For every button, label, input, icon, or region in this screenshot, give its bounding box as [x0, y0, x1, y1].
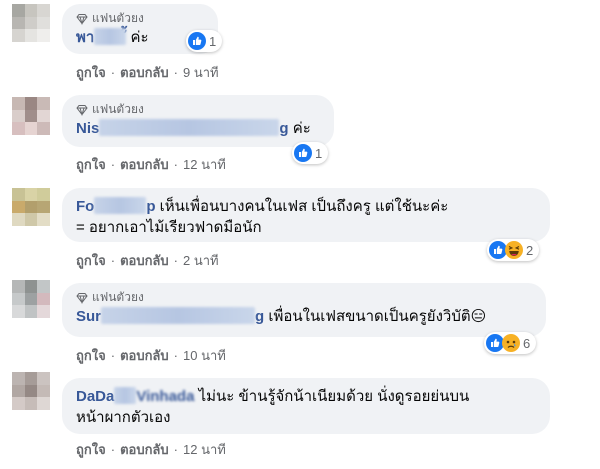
reaction-summary[interactable]: 1 [292, 142, 329, 164]
reply-button[interactable]: ตอบกลับ [120, 157, 169, 172]
haha-icon [505, 241, 523, 259]
like-button[interactable]: ถูกใจ [76, 442, 106, 457]
like-button[interactable]: ถูกใจ [76, 348, 106, 363]
comment-text: เพื่อนในเฟสขนาดเป็นครูยังวิบัติ😑 [268, 308, 487, 325]
commenter-name[interactable]: Fo p [76, 197, 156, 215]
commenter-name[interactable]: พาั้ [76, 28, 127, 46]
reply-button[interactable]: ตอบกลับ [120, 253, 169, 268]
redacted-name-blur [99, 119, 280, 136]
sad-icon [502, 334, 520, 352]
reply-button[interactable]: ตอบกลับ [120, 348, 169, 363]
top-fan-badge: แฟนตัวยง [76, 10, 204, 27]
like-button[interactable]: ถูกใจ [76, 157, 106, 172]
diamond-icon [76, 292, 88, 304]
redacted-name-blur [94, 28, 127, 45]
commenter-name[interactable]: Sur g [76, 307, 264, 325]
comment-actions: ถูกใจ · ตอบกลับ · 2 นาที [76, 253, 219, 268]
comment-text-line2: = อยากเอาไม้เรียวฟาดมือนัก [76, 219, 262, 236]
redacted-name-blur [114, 387, 137, 404]
avatar[interactable] [12, 188, 50, 226]
like-icon [188, 32, 206, 50]
timestamp[interactable]: 9 นาที [183, 65, 219, 80]
timestamp[interactable]: 12 นาที [183, 157, 226, 172]
timestamp[interactable]: 2 นาที [183, 253, 219, 268]
comment-actions: ถูกใจ · ตอบกลับ · 12 นาที [76, 157, 226, 172]
avatar[interactable] [12, 4, 50, 42]
reply-button[interactable]: ตอบกลับ [120, 65, 169, 80]
timestamp[interactable]: 12 นาที [183, 442, 226, 457]
comment-text: ค่ะ [292, 120, 311, 137]
reaction-count: 6 [523, 335, 531, 351]
comment-actions: ถูกใจ · ตอบกลับ · 9 นาที [76, 65, 219, 80]
comment-actions: ถูกใจ · ตอบกลับ · 10 นาที [76, 348, 226, 363]
top-fan-badge: แฟนตัวยง [76, 101, 320, 118]
diamond-icon [76, 104, 88, 116]
like-button[interactable]: ถูกใจ [76, 65, 106, 80]
reaction-count: 1 [315, 145, 323, 161]
reaction-count: 2 [526, 242, 534, 258]
comment-text: เห็นเพื่อนบางคนในเฟส เป็นถึงครู แต่ใช้นะ… [159, 198, 449, 215]
comment-actions: ถูกใจ · ตอบกลับ · 12 นาที [76, 442, 226, 457]
reaction-summary[interactable]: 6 [484, 332, 537, 354]
avatar[interactable] [12, 97, 50, 135]
comment-bubble: Fo p เห็นเพื่อนบางคนในเฟส เป็นถึงครู แต่ใ… [62, 188, 550, 242]
redacted-name-blur [101, 307, 256, 324]
diamond-icon [76, 13, 88, 25]
comment-text-line2: หน้าผากตัวเอง [76, 409, 171, 426]
commenter-name[interactable]: Nis g [76, 119, 289, 137]
comment-text: ค่ะ [130, 29, 149, 46]
timestamp[interactable]: 10 นาที [183, 348, 226, 363]
like-icon [294, 144, 312, 162]
badge-label: แฟนตัวยง [92, 11, 144, 25]
comment-bubble: DaDa Vinhada ไม่นะ ข้านรู้จักน้าเนียมด้วย… [62, 378, 550, 434]
avatar[interactable] [12, 372, 50, 410]
reaction-count: 1 [209, 33, 217, 49]
badge-label: แฟนตัวยง [92, 102, 144, 116]
badge-label: แฟนตัวยง [92, 290, 144, 304]
reaction-summary[interactable]: 1 [186, 30, 223, 52]
comment-bubble: แฟนตัวยง Sur g เพื่อนในเฟสขนาดเป็นครูยังว… [62, 283, 546, 337]
comment-text: ไม่นะ ข้านรู้จักน้าเนียมด้วย นั่งดูรอยย่… [198, 388, 470, 405]
redacted-name-blur [94, 197, 147, 214]
comment-bubble: แฟนตัวยง Nis g ค่ะ [62, 95, 334, 147]
commenter-name[interactable]: DaDa Vinhada [76, 387, 194, 405]
like-button[interactable]: ถูกใจ [76, 253, 106, 268]
reply-button[interactable]: ตอบกลับ [120, 442, 169, 457]
reaction-summary[interactable]: 2 [487, 239, 540, 261]
top-fan-badge: แฟนตัวยง [76, 289, 532, 306]
avatar[interactable] [12, 280, 50, 318]
